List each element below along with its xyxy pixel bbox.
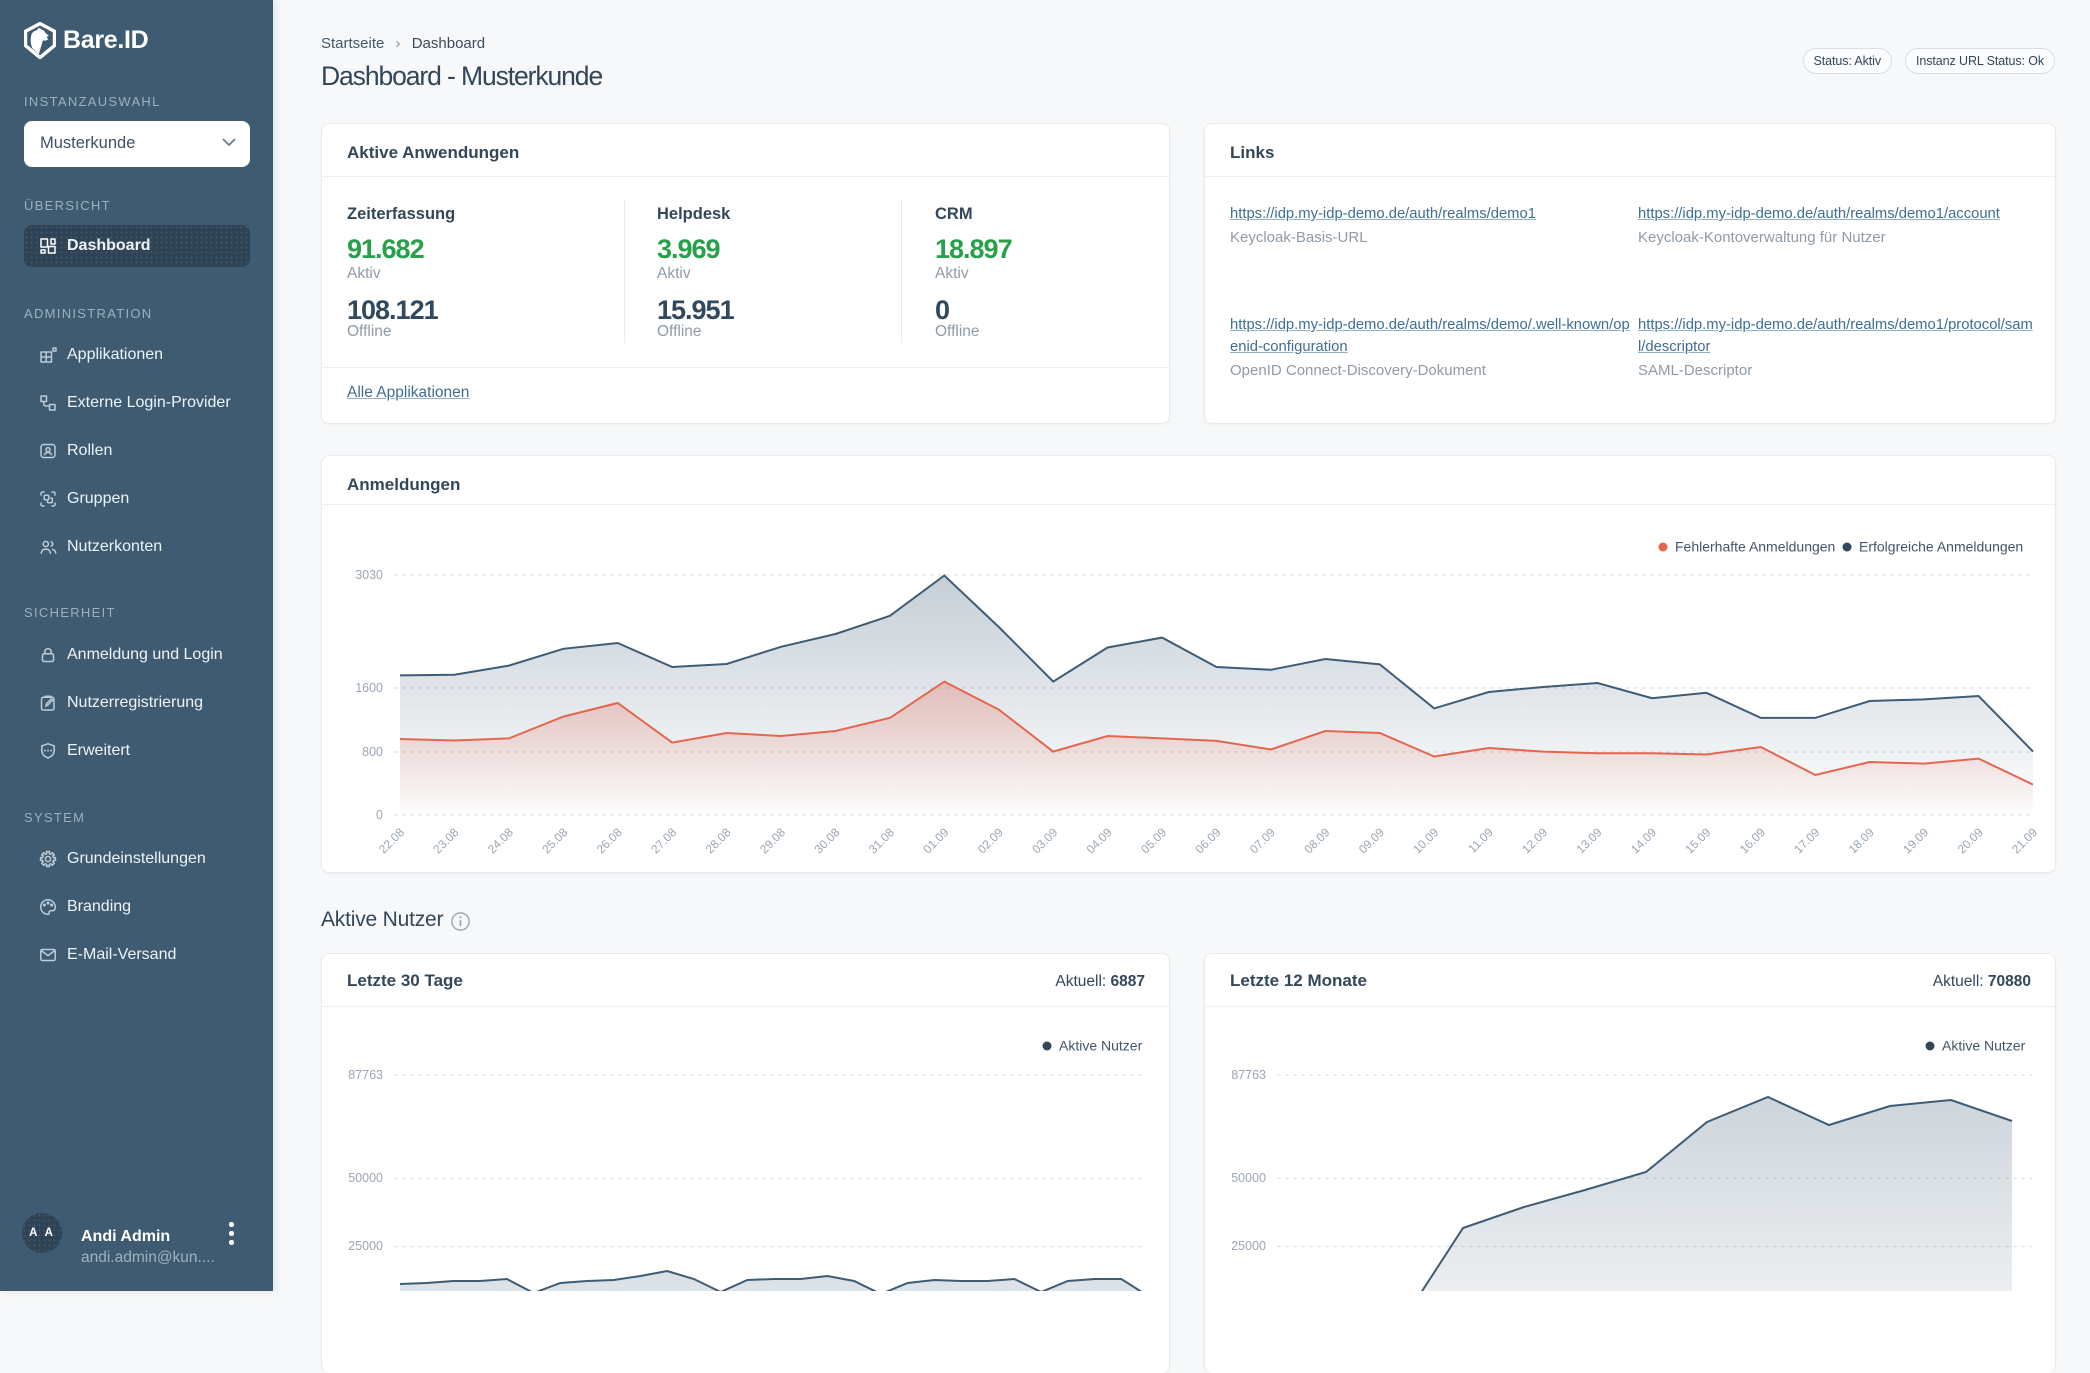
svg-text:02.09: 02.09: [975, 825, 1006, 856]
svg-text:Aktive Nutzer: Aktive Nutzer: [1059, 1038, 1143, 1054]
svg-text:50000: 50000: [1231, 1171, 1266, 1185]
svg-text:12.09: 12.09: [1519, 825, 1550, 856]
svg-text:11.09: 11.09: [1465, 825, 1496, 856]
svg-text:0: 0: [376, 808, 383, 822]
svg-text:07.09: 07.09: [1247, 825, 1278, 856]
svg-text:09.09: 09.09: [1356, 825, 1387, 856]
svg-text:24.08: 24.08: [485, 825, 516, 856]
svg-text:21.09: 21.09: [2009, 825, 2040, 856]
svg-text:03.09: 03.09: [1029, 825, 1060, 856]
svg-text:800: 800: [362, 745, 383, 759]
svg-text:14.09: 14.09: [1628, 825, 1659, 856]
svg-text:13.09: 13.09: [1573, 825, 1604, 856]
svg-text:08.09: 08.09: [1301, 825, 1332, 856]
svg-text:Erfolgreiche Anmeldungen: Erfolgreiche Anmeldungen: [1859, 539, 2023, 555]
svg-text:19.09: 19.09: [1900, 825, 1931, 856]
svg-text:31.08: 31.08: [866, 825, 897, 856]
svg-text:18.09: 18.09: [1846, 825, 1877, 856]
svg-text:30.08: 30.08: [811, 825, 842, 856]
svg-text:25000: 25000: [1231, 1239, 1266, 1253]
svg-text:27.08: 27.08: [648, 825, 679, 856]
svg-text:17.09: 17.09: [1791, 825, 1822, 856]
svg-text:10.09: 10.09: [1410, 825, 1441, 856]
svg-text:22.08: 22.08: [376, 825, 407, 856]
svg-text:15.09: 15.09: [1682, 825, 1713, 856]
svg-text:Fehlerhafte Anmeldungen: Fehlerhafte Anmeldungen: [1675, 539, 1835, 555]
svg-text:25000: 25000: [348, 1239, 383, 1253]
svg-text:25.08: 25.08: [539, 825, 570, 856]
svg-text:Aktive Nutzer: Aktive Nutzer: [1942, 1038, 2026, 1054]
svg-text:05.09: 05.09: [1138, 825, 1169, 856]
svg-text:04.09: 04.09: [1084, 825, 1115, 856]
svg-text:87763: 87763: [1231, 1068, 1266, 1082]
svg-text:26.08: 26.08: [594, 825, 625, 856]
svg-text:87763: 87763: [348, 1068, 383, 1082]
svg-text:23.08: 23.08: [430, 825, 461, 856]
svg-text:28.08: 28.08: [703, 825, 734, 856]
svg-text:01.09: 01.09: [920, 825, 951, 856]
svg-text:50000: 50000: [348, 1171, 383, 1185]
svg-text:29.08: 29.08: [757, 825, 788, 856]
svg-text:3030: 3030: [355, 568, 383, 582]
svg-text:20.09: 20.09: [1955, 825, 1986, 856]
svg-text:1600: 1600: [355, 681, 383, 695]
svg-text:06.09: 06.09: [1192, 825, 1223, 856]
svg-text:16.09: 16.09: [1737, 825, 1768, 856]
